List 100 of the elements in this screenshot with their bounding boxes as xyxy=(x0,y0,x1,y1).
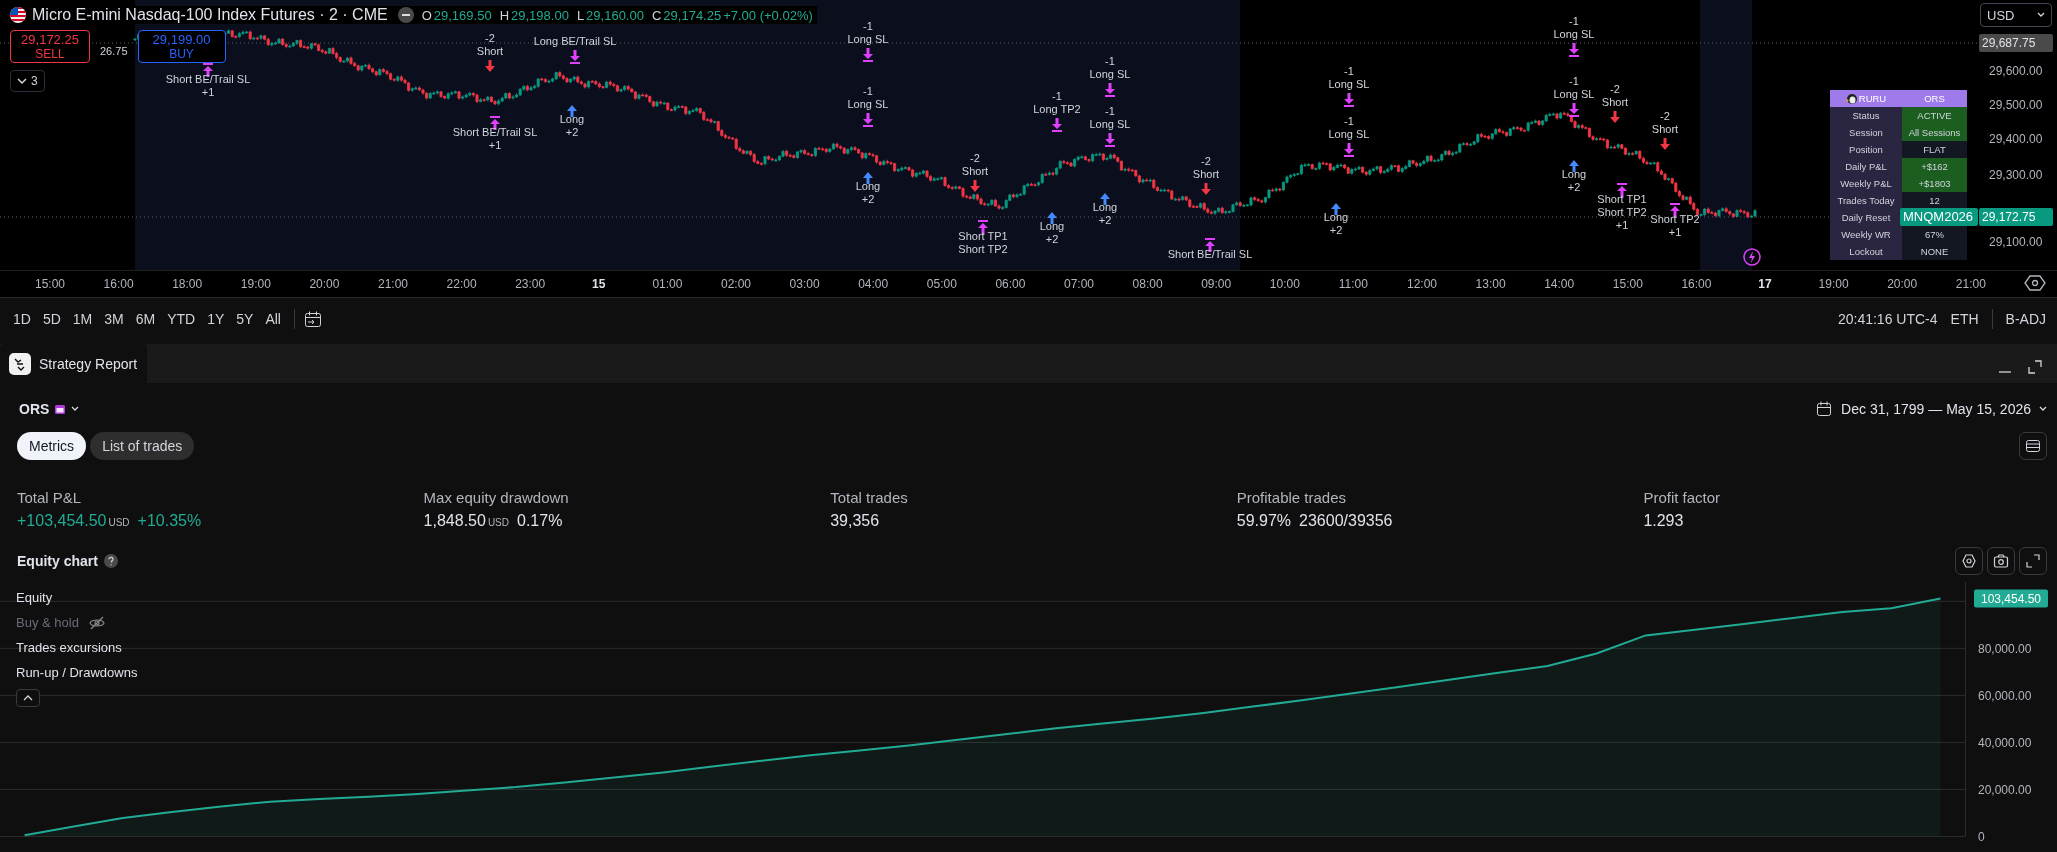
signal-label: Long xyxy=(559,113,585,125)
symbol-tag: MNQM2026 xyxy=(1900,208,1978,226)
legend-item[interactable]: Buy & hold xyxy=(16,615,79,630)
metric-label: Total P&L xyxy=(17,489,82,506)
price-axis-label: 29,400.00 xyxy=(1989,132,2043,146)
buy-button[interactable]: 29,199.00 BUY xyxy=(137,30,226,63)
signal-label: -1 xyxy=(1105,55,1115,67)
signal-label: Long xyxy=(1092,201,1118,213)
time-axis-label: 23:00 xyxy=(515,277,546,291)
signal-label: Long TP2 xyxy=(1033,103,1081,115)
time-axis-label: 11:00 xyxy=(1338,277,1368,291)
time-axis-label: 20:00 xyxy=(309,277,340,291)
hidden-eye-icon[interactable] xyxy=(88,615,105,630)
time-axis-label: 16:00 xyxy=(103,277,134,291)
time-axis-label: 13:00 xyxy=(1475,277,1506,291)
metric-label: Profit factor xyxy=(1643,489,1721,506)
signal-label: Short BE/Trail SL xyxy=(1167,248,1253,260)
camera-button[interactable] xyxy=(1987,547,2015,575)
settings-icon xyxy=(1961,553,1977,569)
signal-label: -2 xyxy=(1660,110,1670,122)
camera-icon xyxy=(1993,553,2009,569)
tab[interactable]: Metrics xyxy=(17,432,87,460)
signal-label: Long SL xyxy=(847,33,889,45)
ohlc-value: 29,174.25 xyxy=(663,7,722,23)
range-button[interactable]: 5Y xyxy=(231,306,259,331)
maximize-icon[interactable] xyxy=(2027,358,2043,375)
signal-label: Long SL xyxy=(1328,78,1370,90)
legend-item[interactable]: Trades excursions xyxy=(16,640,122,655)
ohlc-value: 29,160.00 xyxy=(586,7,644,23)
time-axis-label: 15:00 xyxy=(35,277,65,291)
range-button[interactable]: YTD xyxy=(162,306,201,331)
menu-icon xyxy=(2025,439,2041,453)
signal-label: -1 xyxy=(1569,15,1579,27)
time-axis-label: 15 xyxy=(592,277,606,291)
range-button[interactable]: 1D xyxy=(8,306,36,331)
signal-label: +1 xyxy=(1615,219,1629,231)
chevron-icon xyxy=(2039,406,2047,412)
signal-label: Short xyxy=(1192,168,1220,180)
axis-label: 40,000.00 xyxy=(1978,735,2032,750)
range-button[interactable]: 6M xyxy=(130,306,161,331)
price-tag: 29,687.75 xyxy=(1979,34,2053,52)
help-icon[interactable] xyxy=(103,554,118,568)
metric-value: 23600/39356 xyxy=(1299,512,1393,530)
signal-label: Short TP1 xyxy=(1597,193,1647,205)
table-cell: +$1803 xyxy=(1902,175,1967,192)
axis-label: 60,000.00 xyxy=(1978,688,2032,703)
range-button[interactable]: 1M xyxy=(67,306,98,331)
time-axis-label: 07:00 xyxy=(1064,277,1094,291)
signal-label: Long SL xyxy=(1089,68,1131,80)
range-button[interactable]: 5D xyxy=(37,306,66,331)
legend-item[interactable]: Run-up / Drawdowns xyxy=(16,665,138,680)
fullscreen-icon xyxy=(2025,553,2041,569)
price-axis-label: 29,500.00 xyxy=(1989,98,2043,112)
metric-value: +10.35% xyxy=(137,512,202,530)
menu-button[interactable] xyxy=(2019,432,2047,460)
signal-label: Long xyxy=(855,180,881,192)
range-button[interactable]: 1Y xyxy=(202,306,230,331)
time-axis-label: 14:00 xyxy=(1544,277,1575,291)
metric-value: +103,454.50 xyxy=(17,512,107,530)
collapse-button[interactable] xyxy=(16,689,40,707)
tab[interactable]: List of trades xyxy=(90,432,195,460)
signal-label: +2 xyxy=(861,193,875,205)
signal-label: +2 xyxy=(1329,224,1343,236)
time-axis-label: 12:00 xyxy=(1407,277,1437,291)
symbol-title: Micro E-mini Nasdaq-100 Index Futures · 2 · CME xyxy=(32,6,388,24)
legend-item[interactable]: Equity xyxy=(16,590,53,605)
range-button[interactable]: All xyxy=(260,306,286,331)
adjustment-button[interactable]: B-ADJ xyxy=(2000,306,2051,331)
settings-button[interactable] xyxy=(1955,547,1983,575)
currency-dropdown[interactable]: USD xyxy=(1980,3,2052,27)
signal-label: -2 xyxy=(1610,83,1620,95)
time-axis-label: 05:00 xyxy=(926,277,957,291)
time-axis-label: 17 xyxy=(1758,277,1772,291)
strategy-dropdown[interactable]: ORS xyxy=(17,401,82,417)
sell-button[interactable]: 29,172.25 SELL xyxy=(10,30,90,63)
clock-time: 20:41:16 UTC-4 xyxy=(1837,310,1938,327)
time-axis-label: 19:00 xyxy=(240,277,271,291)
range-button[interactable]: 3M xyxy=(99,306,129,331)
signal-label: -1 xyxy=(1569,75,1579,87)
ohlc-value: 29,169.50 xyxy=(433,7,492,23)
value-tag: 103,454.50 xyxy=(1974,589,2048,608)
signal-label: -1 xyxy=(863,85,873,97)
date-range-picker[interactable]: Dec 31, 1799 — May 15, 2026 xyxy=(1815,400,2047,418)
penguin-icon xyxy=(1845,93,1858,104)
lightning-icon[interactable] xyxy=(1743,248,1761,266)
signal-label: Short TP1 xyxy=(958,230,1008,242)
calendar-icon xyxy=(1815,400,1834,418)
settings-icon[interactable] xyxy=(2024,275,2046,291)
signal-label: Long BE/Trail SL xyxy=(533,35,617,47)
session-button[interactable]: ETH xyxy=(1945,306,1984,331)
report-tab[interactable]: Strategy Report xyxy=(0,344,148,383)
chevron-icon xyxy=(71,406,80,412)
signal-label: +1 xyxy=(488,139,502,151)
fullscreen-button[interactable] xyxy=(2019,547,2047,575)
signal-label: Short xyxy=(1651,123,1679,135)
indicators-toggle[interactable]: 3 xyxy=(10,70,45,92)
minus-icon[interactable] xyxy=(397,7,414,23)
signal-label: Long xyxy=(1039,220,1065,232)
signal-label: Long xyxy=(1561,168,1587,180)
table-header-text: RURU xyxy=(1858,93,1887,104)
